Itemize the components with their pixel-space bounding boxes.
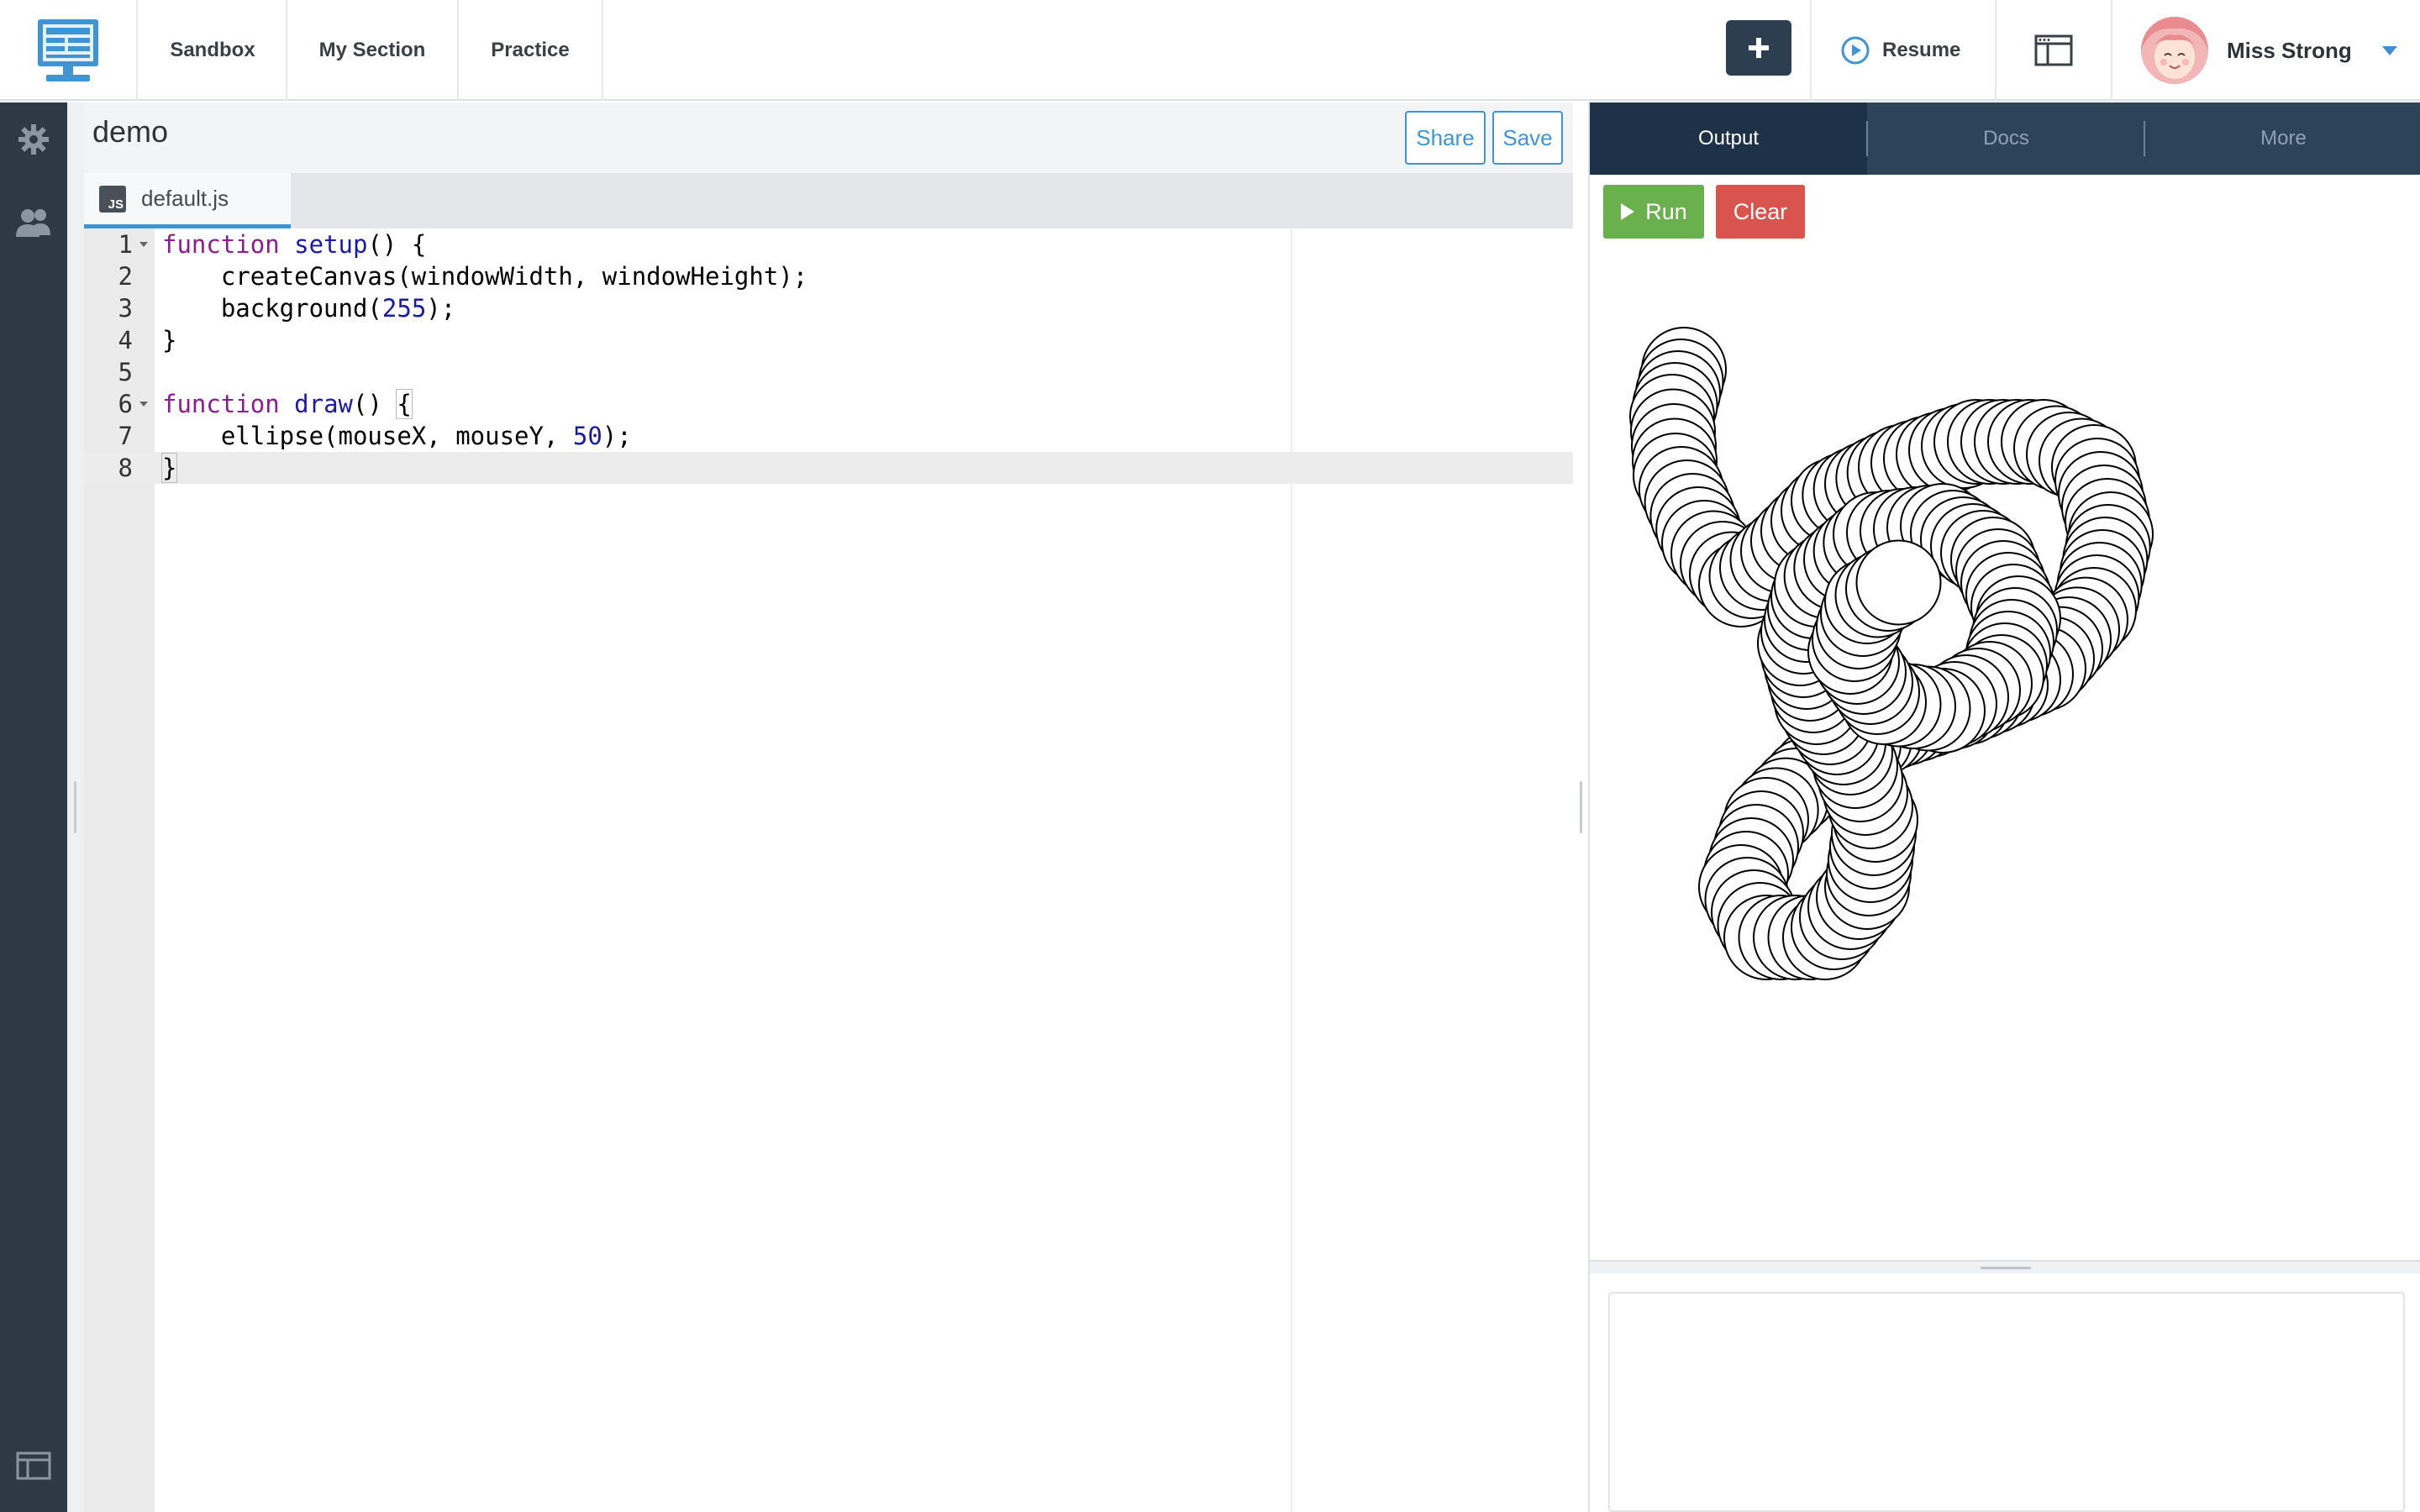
collaborators-button[interactable] [0, 207, 67, 237]
fold-arrow-icon[interactable] [139, 402, 148, 407]
file-tab-default-js[interactable]: JS default.js [84, 173, 291, 228]
code-text: ellipse(mouseX, mouseY, 50); [162, 422, 632, 450]
layout-icon [16, 1452, 51, 1480]
ellipse-trail [1629, 327, 2154, 980]
js-file-icon: JS [99, 185, 126, 213]
code-line: 1 function setup() { [84, 228, 1573, 260]
resume-button[interactable]: Resume [1840, 0, 1960, 101]
line-number: 2 [118, 262, 133, 291]
user-menu[interactable]: Miss Strong [2141, 0, 2397, 101]
settings-button[interactable] [0, 123, 67, 156]
project-title: demo [92, 114, 169, 149]
code-text: background(255); [162, 294, 456, 323]
line-number: 3 [118, 294, 133, 323]
nav-practice[interactable]: Practice [459, 0, 603, 101]
console-resize-handle[interactable] [1590, 1260, 2420, 1273]
code-text: } [162, 326, 177, 354]
line-number: 7 [118, 422, 133, 450]
tab-docs[interactable]: Docs [1868, 102, 2144, 175]
panel-resize-handle[interactable] [1580, 781, 1582, 833]
code-editor[interactable]: 1 function setup() { 2 createCanvas(wind… [84, 228, 1573, 1512]
nav-my-section[interactable]: My Section [287, 0, 459, 101]
nav-sandbox[interactable]: Sandbox [139, 0, 287, 101]
divider [2111, 0, 2112, 101]
logo[interactable] [0, 0, 138, 101]
code-line: 6 function draw() { [84, 388, 1573, 420]
divider [1810, 0, 1812, 101]
console-handle-grip [1981, 1267, 2031, 1269]
resume-label: Resume [1882, 39, 1961, 61]
monitor-icon [38, 19, 98, 81]
browser-preview-button[interactable] [1995, 0, 2112, 101]
chevron-down-icon [2381, 45, 2397, 55]
output-panel: Output Docs More Run Clear [1588, 102, 2420, 1512]
save-button[interactable]: Save [1492, 111, 1563, 165]
user-name: Miss Strong [2227, 37, 2352, 63]
code-line: 8 } [84, 452, 1573, 484]
users-icon [16, 209, 50, 237]
top-bar: Sandbox My Section Practice Resume Miss … [0, 0, 2420, 101]
add-button[interactable] [1726, 20, 1791, 76]
sidebar-resize-handle[interactable] [74, 781, 76, 833]
browser-window-icon [2034, 34, 2073, 66]
line-number: 5 [118, 358, 133, 386]
code-line: 5 [84, 356, 1573, 388]
share-button[interactable]: Share [1405, 111, 1486, 165]
output-tab-bar: Output Docs More [1590, 102, 2420, 175]
play-circle-icon [1841, 36, 1870, 65]
line-number: 8 [118, 454, 133, 482]
sketch-canvas[interactable] [1590, 257, 2420, 1357]
run-label: Run [1645, 198, 1687, 224]
line-number: 6 [118, 390, 133, 418]
line-number: 1 [118, 230, 133, 259]
line-number: 4 [118, 326, 133, 354]
project-header: demo Share Save [84, 102, 1573, 173]
file-tab-bar: JS default.js [84, 173, 1573, 228]
code-line: 4 } [84, 324, 1573, 356]
ellipse-stamp [1855, 539, 1942, 626]
play-icon [1621, 203, 1635, 220]
run-button[interactable]: Run [1603, 185, 1704, 239]
fold-arrow-icon[interactable] [139, 242, 148, 247]
code-text: } [160, 453, 178, 483]
code-line: 2 createCanvas(windowWidth, windowHeight… [84, 260, 1573, 292]
plus-icon [1749, 38, 1769, 58]
code-line: 7 ellipse(mouseX, mouseY, 50); [84, 420, 1573, 452]
tab-more[interactable]: More [2145, 102, 2420, 175]
code-text: function setup() { [162, 230, 427, 259]
file-tab-label: default.js [141, 186, 229, 211]
tab-output[interactable]: Output [1590, 102, 1867, 175]
console-output [1608, 1292, 2405, 1512]
clear-button[interactable]: Clear [1716, 185, 1805, 239]
avatar [2141, 17, 2208, 84]
code-text: createCanvas(windowWidth, windowHeight); [162, 262, 808, 291]
code-line: 3 background(255); [84, 292, 1573, 324]
layout-toggle-button[interactable] [0, 1452, 67, 1480]
code-text: function draw() { [162, 389, 413, 419]
sidebar [0, 102, 67, 1512]
gear-icon [18, 124, 49, 155]
